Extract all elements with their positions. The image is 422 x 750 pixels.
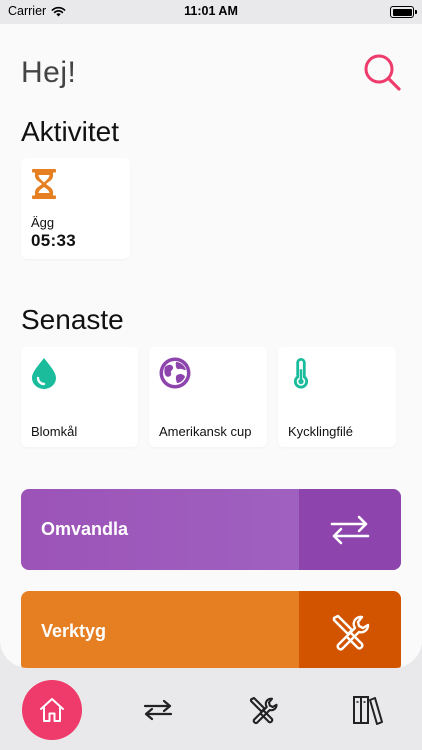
convert-button-label: Omvandla: [41, 519, 129, 539]
recent-card-blomkal[interactable]: Blomkål: [21, 347, 138, 447]
convert-arrows-icon: [143, 699, 173, 721]
tools-button[interactable]: Verktyg: [21, 591, 401, 668]
greeting-title: Hej!: [21, 56, 77, 89]
convert-button[interactable]: Omvandla: [21, 489, 401, 570]
battery-icon: [390, 6, 417, 18]
convert-button-icon-area: [299, 489, 401, 570]
status-time: 11:01 AM: [184, 4, 238, 18]
activity-card-egg[interactable]: Ägg 05:33: [21, 158, 130, 259]
recent-card-label: Blomkål: [31, 424, 78, 439]
status-bar: Carrier 11:01 AM: [0, 0, 422, 24]
activity-card-timer: 05:33: [31, 231, 76, 250]
tools-icon: [332, 614, 370, 650]
tools-button-icon-area: [299, 591, 401, 668]
activity-card-label: Ägg: [31, 215, 55, 230]
thermometer-icon: [293, 357, 309, 389]
home-icon: [40, 698, 64, 722]
recent-card-kycklingfile[interactable]: Kycklingfilé: [278, 347, 396, 447]
globe-icon: [159, 357, 191, 389]
recent-card-label: Kycklingfilé: [288, 424, 354, 439]
library-icon: [353, 696, 383, 725]
tab-library[interactable]: [338, 680, 398, 740]
recent-section-title: Senaste: [21, 304, 124, 335]
tab-home[interactable]: [22, 680, 82, 740]
search-icon: [364, 54, 401, 91]
hourglass-icon: [32, 169, 56, 199]
tab-tools[interactable]: [233, 680, 293, 740]
water-drop-icon: [32, 358, 56, 389]
main-panel: Hej! Aktivitet Ägg 05:33 Senaste Blomkål: [0, 24, 422, 668]
search-button[interactable]: [362, 52, 402, 92]
tools-icon: [249, 696, 278, 724]
convert-arrows-icon: [330, 515, 370, 544]
tab-bar: [0, 668, 422, 750]
recent-card-label: Amerikansk cup: [159, 424, 252, 439]
tab-convert[interactable]: [128, 680, 188, 740]
recent-card-amerikansk-cup[interactable]: Amerikansk cup: [149, 347, 267, 447]
activity-section-title: Aktivitet: [21, 116, 120, 147]
tools-button-label: Verktyg: [41, 621, 107, 641]
